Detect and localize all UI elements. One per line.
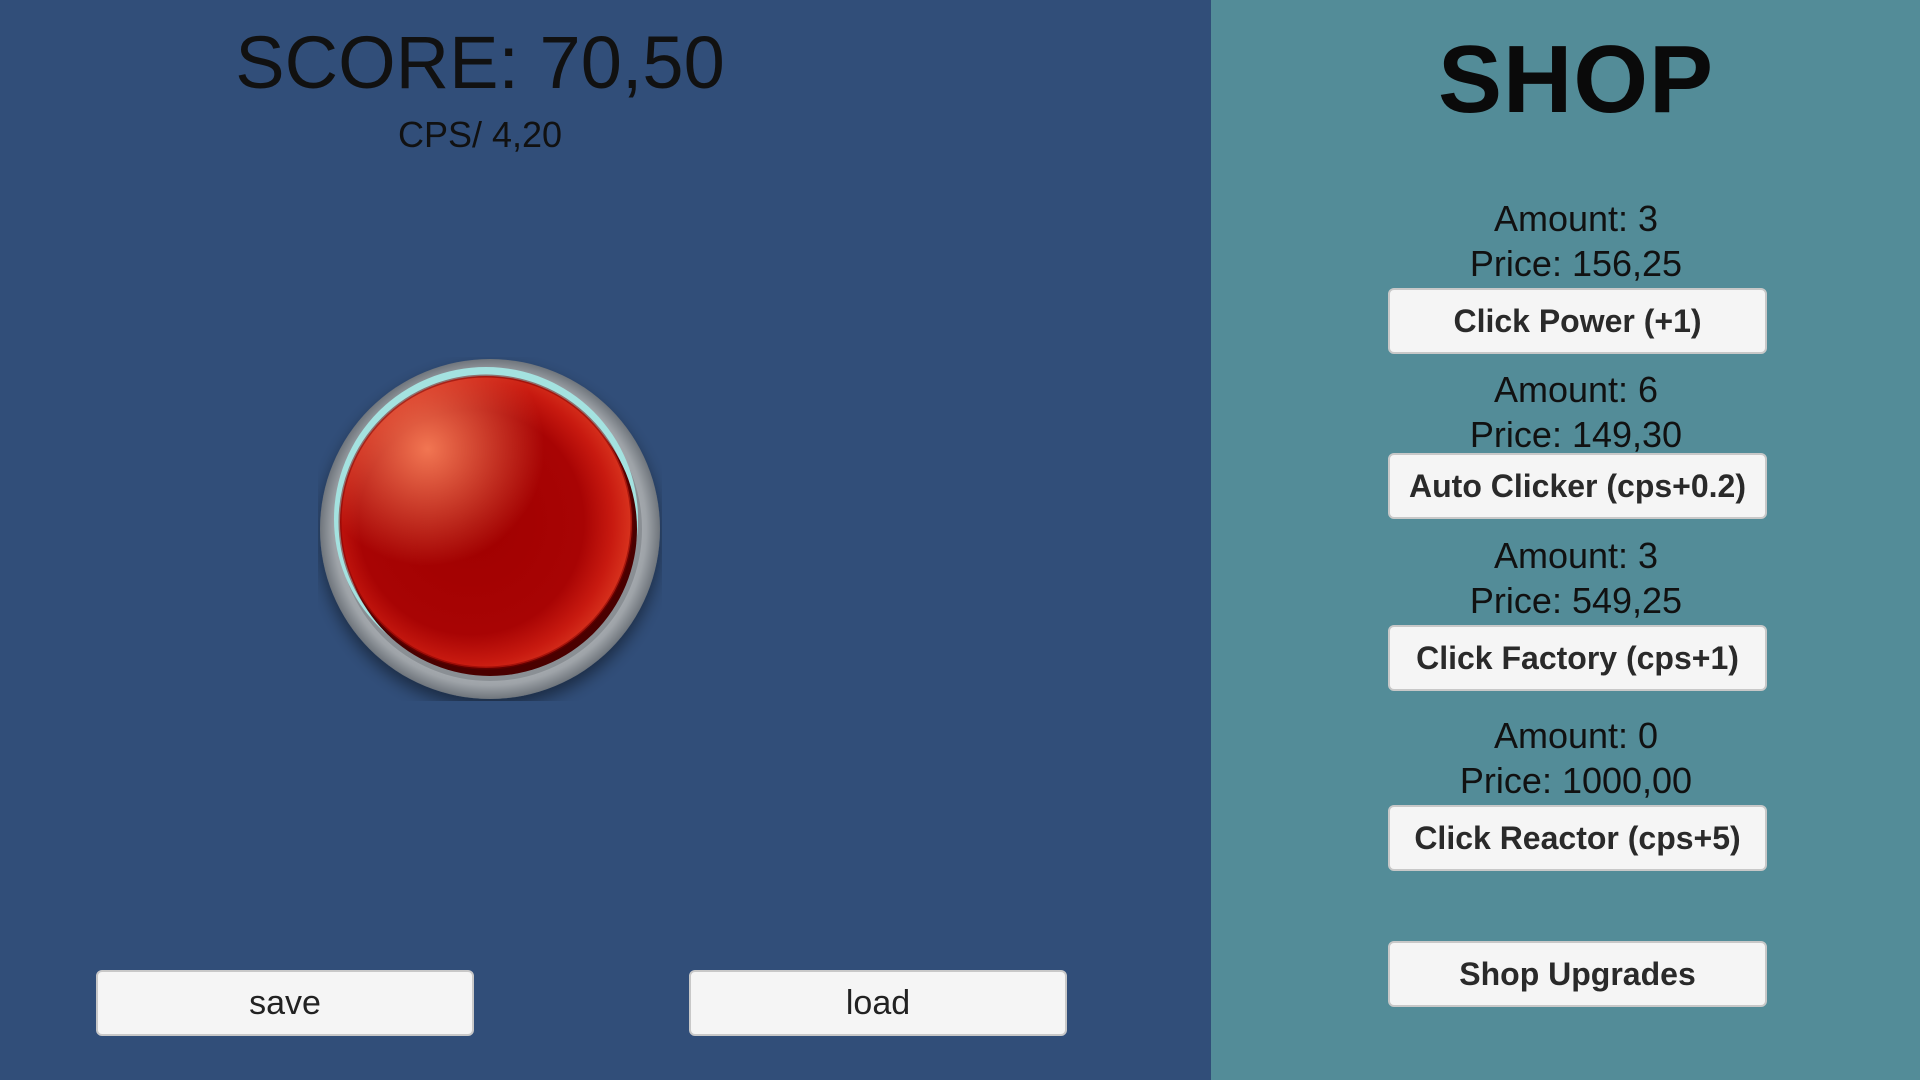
auto-clicker-amount: Amount: 6 xyxy=(1493,369,1659,410)
click-factory-amount: Amount: 3 xyxy=(1493,535,1659,576)
click-power-amount: Amount: 3 xyxy=(1493,198,1659,239)
big-red-button[interactable] xyxy=(318,357,662,701)
click-factory-button[interactable]: Click Factory (cps+1) xyxy=(1388,625,1767,691)
shop-title: SHOP xyxy=(1437,26,1715,133)
load-button[interactable]: load xyxy=(689,970,1067,1036)
auto-clicker-button[interactable]: Auto Clicker (cps+0.2) xyxy=(1388,453,1767,519)
shop-upgrades-button[interactable]: Shop Upgrades xyxy=(1388,941,1767,1007)
click-reactor-amount: Amount: 0 xyxy=(1493,715,1659,756)
cps-display: CPS/ 4,20 xyxy=(397,114,563,155)
game-screen: SCORE: 70,50 CPS/ 4,20 save load SHOP Am… xyxy=(0,0,1920,1080)
click-power-price: Price: 156,25 xyxy=(1469,243,1683,284)
click-reactor-button[interactable]: Click Reactor (cps+5) xyxy=(1388,805,1767,871)
click-factory-price: Price: 549,25 xyxy=(1469,580,1683,621)
save-button[interactable]: save xyxy=(96,970,474,1036)
click-power-button[interactable]: Click Power (+1) xyxy=(1388,288,1767,354)
auto-clicker-price: Price: 149,30 xyxy=(1469,414,1683,455)
click-reactor-price: Price: 1000,00 xyxy=(1459,760,1693,801)
score-display: SCORE: 70,50 xyxy=(235,21,725,104)
red-button-icon xyxy=(320,359,660,699)
